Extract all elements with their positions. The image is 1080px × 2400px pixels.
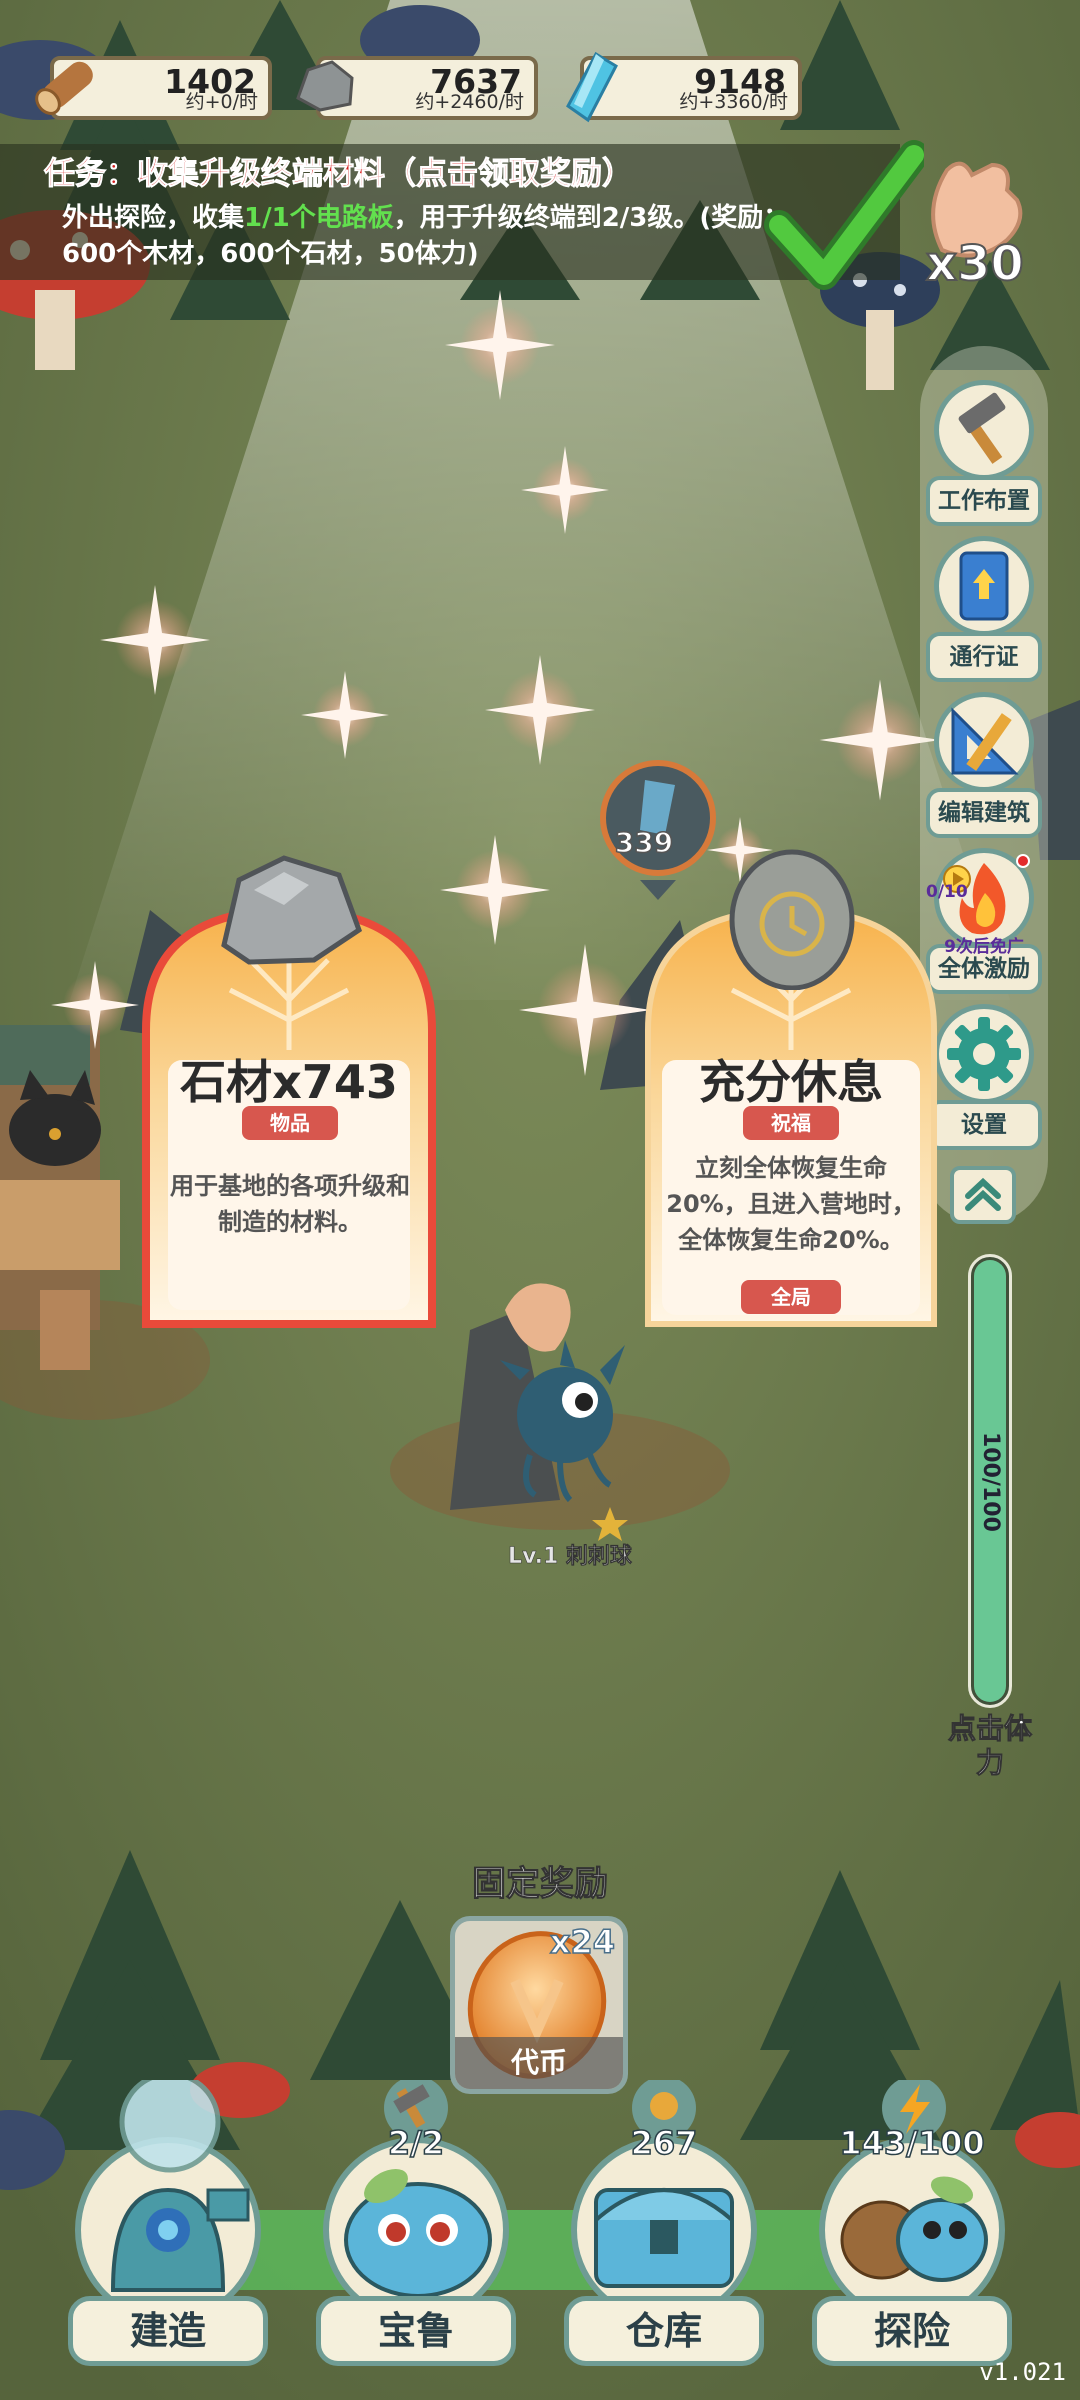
nav-build[interactable]: 建造 [48, 2080, 288, 2400]
stamina-label[interactable]: 点击体力 [946, 1712, 1034, 1780]
quest-complete-checkmark-icon[interactable] [764, 140, 924, 300]
settings-button[interactable]: 设置 [926, 1004, 1042, 1154]
nav-pets[interactable]: 2/2 宝鲁 [296, 2080, 536, 2400]
clock-stone-icon [729, 849, 855, 990]
collapse-sidebar-button[interactable] [950, 1166, 1016, 1224]
clap-count[interactable]: x30 [925, 235, 1025, 293]
pass-label: 通行证 [926, 632, 1042, 682]
quest-title[interactable]: 任务：收集升级终端材料（点击领取奖励） [44, 148, 634, 193]
stone-card-tag: 物品 [242, 1106, 338, 1140]
ticket-icon [934, 536, 1034, 636]
stone-icon [221, 855, 363, 965]
unit-level-label: Lv.1 刺刺球 [508, 1544, 632, 1570]
version-label: v1.021 [979, 2358, 1066, 2386]
quest-description: 外出探险，收集1/1个电路板，用于升级终端到2/3级。(奖励：600个木材，60… [62, 200, 822, 272]
stone-card-title: 石材x743 [180, 1055, 398, 1109]
stone-card-desc: 用于基地的各项升级和制造的材料。 [170, 1172, 410, 1236]
treasure-chest-icon [571, 2080, 757, 2320]
wood-log-icon [35, 61, 93, 115]
boost-ad-note: 9次后免广 [944, 937, 1024, 957]
boost-all-button[interactable]: 全体激励 [926, 848, 1042, 998]
chevron-up-icon [965, 1177, 1001, 1211]
hammer-icon [934, 380, 1034, 480]
rest-card-title: 充分休息 [699, 1055, 883, 1109]
coin-multiplier: x24 [549, 1922, 616, 1962]
crystal-icon [566, 51, 618, 123]
stamina-value: 100/100 [978, 1432, 1003, 1532]
quest-desc-start: 外出探险，收集 [62, 203, 245, 233]
rest-card-scope: 全局 [741, 1280, 841, 1314]
nav-warehouse[interactable]: 267 仓库 [544, 2080, 784, 2400]
rest-card-desc: 立刻全体恢复生命20%，且进入营地时，全体恢复生命20%。 [666, 1154, 916, 1254]
pass-button[interactable]: 通行证 [926, 536, 1042, 686]
fixed-reward-label: 固定奖励 [472, 1864, 609, 1905]
nav-build-label: 建造 [68, 2296, 268, 2366]
quest-progress: 1/1个电路板 [244, 203, 394, 233]
blue-pet-icon [323, 2080, 509, 2320]
nav-explore[interactable]: 143/100 探险 [792, 2080, 1032, 2400]
edit-building-button[interactable]: 编辑建筑 [926, 692, 1042, 842]
robot-building-icon [75, 2080, 261, 2320]
fixed-reward-item[interactable]: x24 代币 [450, 1916, 628, 2094]
explore-pet-icon [819, 2080, 1005, 2320]
work-layout-label: 工作布置 [926, 476, 1042, 526]
settings-label: 设置 [926, 1100, 1042, 1150]
edit-building-label: 编辑建筑 [926, 788, 1042, 838]
stone-icon [296, 60, 354, 112]
nav-warehouse-label: 仓库 [564, 2296, 764, 2366]
ruler-triangle-icon [934, 692, 1034, 792]
nav-warehouse-count: 267 [630, 2123, 698, 2163]
gear-icon [934, 1004, 1034, 1104]
nav-explore-count: 143/100 [839, 2123, 986, 2163]
notification-dot [1016, 854, 1030, 868]
nav-pets-label: 宝鲁 [316, 2296, 516, 2366]
nav-pets-count: 2/2 [387, 2123, 445, 2163]
rest-card-tag: 祝福 [743, 1106, 839, 1140]
enemy-hp: 339 [614, 825, 674, 860]
nav-explore-label: 探险 [812, 2296, 1012, 2366]
work-layout-button[interactable]: 工作布置 [926, 380, 1042, 530]
boost-count: 0/10 [926, 882, 968, 902]
